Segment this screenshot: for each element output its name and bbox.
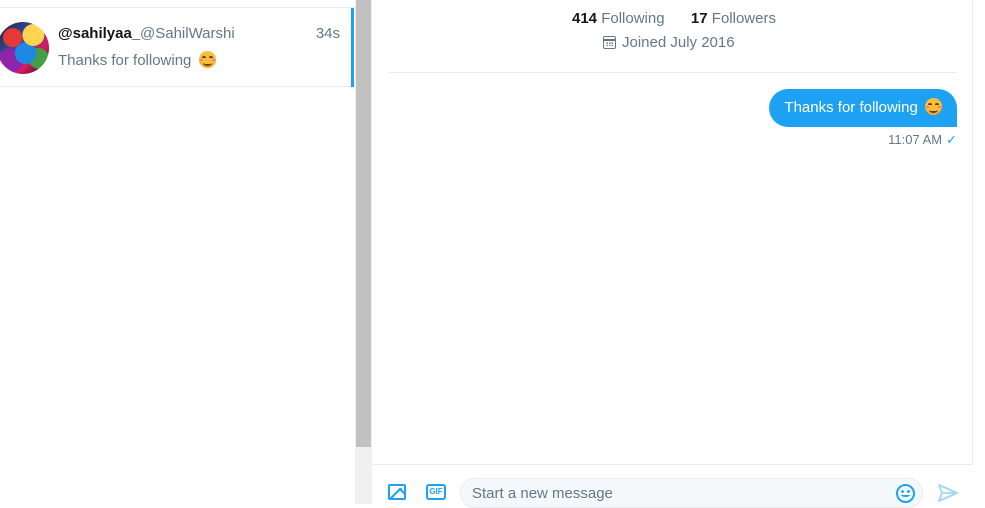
conversation-list: @sahilyaa_ @SahilWarshi 34s Thanks for f…: [0, 0, 355, 504]
conversation-preview-text: Thanks for following: [58, 52, 192, 69]
message-time: 11:07 AM: [888, 132, 943, 147]
followers-label: Followers: [711, 10, 776, 27]
conversation-time: 34s: [315, 25, 340, 42]
message-bubble[interactable]: Thanks for following: [769, 89, 957, 127]
active-indicator: [351, 8, 354, 87]
smiling-face-emoji-icon: [198, 51, 216, 68]
check-icon: ✓: [946, 132, 957, 147]
conversation-preview: Thanks for following: [58, 51, 216, 69]
message-meta: 11:07 AM ✓: [888, 132, 957, 148]
followers-count: 17: [690, 10, 708, 27]
message-text: Thanks for following: [784, 99, 918, 116]
smiling-face-emoji-icon: [925, 98, 942, 115]
image-icon[interactable]: [388, 484, 406, 500]
followers-link[interactable]: 17 Followers: [691, 10, 776, 27]
emoji-picker-icon[interactable]: [896, 484, 915, 503]
conversation-handle: @SahilWarshi: [140, 25, 235, 42]
following-link[interactable]: 414 Following: [572, 10, 665, 27]
send-icon[interactable]: [937, 483, 959, 503]
joined-text: Joined July 2016: [622, 34, 735, 51]
following-count: 414: [572, 10, 598, 27]
scrollbar-thumb[interactable]: [356, 0, 371, 447]
conversation-item[interactable]: @sahilyaa_ @SahilWarshi 34s Thanks for f…: [0, 8, 355, 87]
following-label: Following: [601, 10, 665, 27]
gif-icon[interactable]: GIF: [426, 484, 446, 500]
calendar-icon: [603, 36, 616, 49]
conversation-pane: 414 Following 17 Followers Joined July 2…: [372, 0, 985, 508]
divider: [388, 72, 957, 73]
message-composer: GIF: [372, 464, 973, 508]
joined-date: Joined July 2016: [603, 34, 735, 51]
conversation-display-name: @sahilyaa_: [58, 25, 141, 42]
avatar[interactable]: [0, 22, 49, 74]
profile-stats: 414 Following 17 Followers: [572, 10, 776, 27]
pane-border: [972, 0, 973, 504]
